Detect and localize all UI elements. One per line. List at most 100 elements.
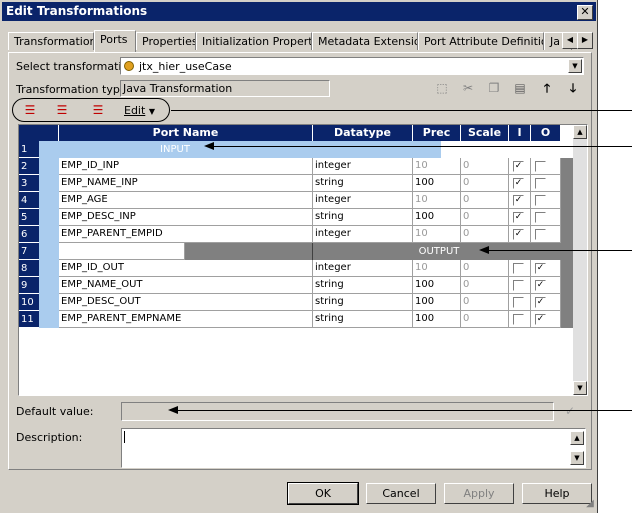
table-row[interactable]: 9 EMP_NAME_OUT string 100 0 ✓ — [19, 277, 573, 294]
input-checkbox[interactable]: ✓ — [513, 178, 524, 189]
output-checkbox[interactable] — [535, 178, 546, 189]
table-row[interactable]: 2 EMP_ID_INP integer 10 0 ✓ — [19, 158, 573, 175]
tab-transformation[interactable]: Transformation — [8, 32, 94, 50]
input-checkbox[interactable] — [513, 263, 524, 274]
prec-cell[interactable]: 100 — [413, 209, 461, 226]
row-number[interactable]: 6 — [19, 226, 39, 243]
resize-grip-icon[interactable]: ◢ — [582, 496, 598, 512]
ports-grid[interactable]: Port Name Datatype Prec Scale I O 1 INPUT… — [18, 124, 588, 396]
table-row[interactable]: 10 EMP_DESC_OUT string 100 0 ✓ — [19, 294, 573, 311]
scale-cell[interactable]: 0 — [461, 277, 509, 294]
add-port-icon[interactable]: ☰ — [22, 102, 38, 118]
col-header-datatype[interactable]: Datatype — [313, 125, 413, 141]
paste-icon[interactable]: ▤ — [512, 80, 528, 96]
port-name-cell[interactable]: EMP_PARENT_EMPID — [59, 226, 313, 243]
table-row[interactable]: 5 EMP_DESC_INP string 100 0 ✓ — [19, 209, 573, 226]
row-number[interactable]: 4 — [19, 192, 39, 209]
default-value-field[interactable] — [121, 402, 554, 421]
prec-cell[interactable]: 10 — [413, 192, 461, 209]
table-row[interactable]: 8 EMP_ID_OUT integer 10 0 ✓ — [19, 260, 573, 277]
row-number[interactable]: 2 — [19, 158, 39, 175]
row-number[interactable]: 5 — [19, 209, 39, 226]
row-number[interactable]: 9 — [19, 277, 39, 294]
scale-cell[interactable]: 0 — [461, 158, 509, 175]
scale-cell[interactable]: 0 — [461, 311, 509, 328]
port-name-cell[interactable]: EMP_ID_INP — [59, 158, 313, 175]
scale-cell[interactable]: 0 — [461, 294, 509, 311]
table-row[interactable]: 4 EMP_AGE integer 10 0 ✓ — [19, 192, 573, 209]
row-number[interactable]: 7 — [19, 243, 39, 260]
prec-cell[interactable]: 100 — [413, 294, 461, 311]
cancel-button[interactable]: Cancel — [366, 483, 436, 504]
grid-scrollbar[interactable]: ▲ ▼ — [573, 125, 587, 395]
datatype-cell[interactable]: string — [313, 311, 413, 328]
description-textarea[interactable]: ▲ ▼ — [121, 428, 586, 468]
copy-icon[interactable]: ❐ — [486, 80, 502, 96]
scale-cell[interactable]: 0 — [461, 175, 509, 192]
prec-cell[interactable]: 10 — [413, 158, 461, 175]
tab-scroll-left-icon[interactable]: ◀ — [562, 32, 578, 49]
datatype-cell[interactable]: string — [313, 277, 413, 294]
tab-scroll-right-icon[interactable]: ▶ — [577, 32, 593, 49]
tab-metadata-extensions[interactable]: Metadata Extensions — [312, 32, 418, 50]
desc-scroll-down-icon[interactable]: ▼ — [570, 451, 584, 465]
copy-rows-icon[interactable]: ⬚ — [434, 80, 450, 96]
datatype-cell[interactable]: integer — [313, 226, 413, 243]
chevron-down-icon[interactable]: ▼ — [568, 59, 582, 73]
datatype-cell[interactable]: string — [313, 294, 413, 311]
tab-port-attribute-definitions[interactable]: Port Attribute Definitions — [418, 32, 544, 50]
table-row[interactable]: 6 EMP_PARENT_EMPID integer 10 0 ✓ — [19, 226, 573, 243]
port-name-cell[interactable]: EMP_DESC_INP — [59, 209, 313, 226]
datatype-cell[interactable]: integer — [313, 260, 413, 277]
output-checkbox[interactable]: ✓ — [535, 297, 546, 308]
prec-cell[interactable]: 10 — [413, 260, 461, 277]
col-header-input[interactable]: I — [509, 125, 531, 141]
input-checkbox[interactable]: ✓ — [513, 229, 524, 240]
table-row[interactable]: 1 INPUT — [19, 141, 573, 158]
datatype-cell[interactable]: integer — [313, 158, 413, 175]
prec-cell[interactable]: 100 — [413, 175, 461, 192]
scale-cell[interactable]: 0 — [461, 192, 509, 209]
scale-cell[interactable]: 0 — [461, 260, 509, 277]
col-header-output[interactable]: O — [531, 125, 561, 141]
output-checkbox[interactable]: ✓ — [535, 263, 546, 274]
tab-properties[interactable]: Properties — [136, 32, 196, 50]
input-checkbox[interactable]: ✓ — [513, 161, 524, 172]
row-number[interactable]: 8 — [19, 260, 39, 277]
col-header-prec[interactable]: Prec — [413, 125, 461, 141]
port-name-cell[interactable]: EMP_PARENT_EMPNAME — [59, 311, 313, 328]
output-checkbox[interactable] — [535, 229, 546, 240]
input-checkbox[interactable]: ✓ — [513, 212, 524, 223]
apply-button[interactable]: Apply — [444, 483, 514, 504]
table-row[interactable]: 7 OUTPUT — [19, 243, 573, 260]
row-number[interactable]: 1 — [19, 141, 39, 158]
col-header-scale[interactable]: Scale — [461, 125, 509, 141]
move-up-icon[interactable]: 🡑 — [539, 80, 555, 96]
prec-cell[interactable]: 100 — [413, 311, 461, 328]
tab-ports[interactable]: Ports — [94, 30, 136, 52]
move-down-icon[interactable]: 🡓 — [565, 80, 581, 96]
ok-button[interactable]: OK — [287, 482, 359, 505]
port-name-cell[interactable]: EMP_AGE — [59, 192, 313, 209]
input-checkbox[interactable]: ✓ — [513, 195, 524, 206]
delete-port-icon[interactable]: ☰ — [90, 102, 106, 118]
port-name-cell[interactable]: EMP_ID_OUT — [59, 260, 313, 277]
scale-cell[interactable]: 0 — [461, 226, 509, 243]
port-name-cell[interactable]: EMP_DESC_OUT — [59, 294, 313, 311]
output-checkbox[interactable] — [535, 212, 546, 223]
close-button[interactable]: ✕ — [577, 5, 593, 20]
input-checkbox[interactable] — [513, 280, 524, 291]
scale-cell[interactable]: 0 — [461, 209, 509, 226]
datatype-cell[interactable]: string — [313, 175, 413, 192]
scroll-up-icon[interactable]: ▲ — [573, 125, 587, 139]
prec-cell[interactable]: 100 — [413, 277, 461, 294]
port-name-cell[interactable]: EMP_NAME_INP — [59, 175, 313, 192]
port-name-cell[interactable]: EMP_NAME_OUT — [59, 277, 313, 294]
add-port-copy-icon[interactable]: ☰ — [54, 102, 70, 118]
edit-menu[interactable]: Edit ▼ — [124, 104, 155, 117]
prec-cell[interactable]: 10 — [413, 226, 461, 243]
row-number[interactable]: 11 — [19, 311, 39, 328]
tab-initialization-properties[interactable]: Initialization Properties — [196, 32, 312, 50]
datatype-cell[interactable]: string — [313, 209, 413, 226]
select-transformation-dropdown[interactable]: jtx_hier_useCase ▼ — [120, 57, 584, 75]
